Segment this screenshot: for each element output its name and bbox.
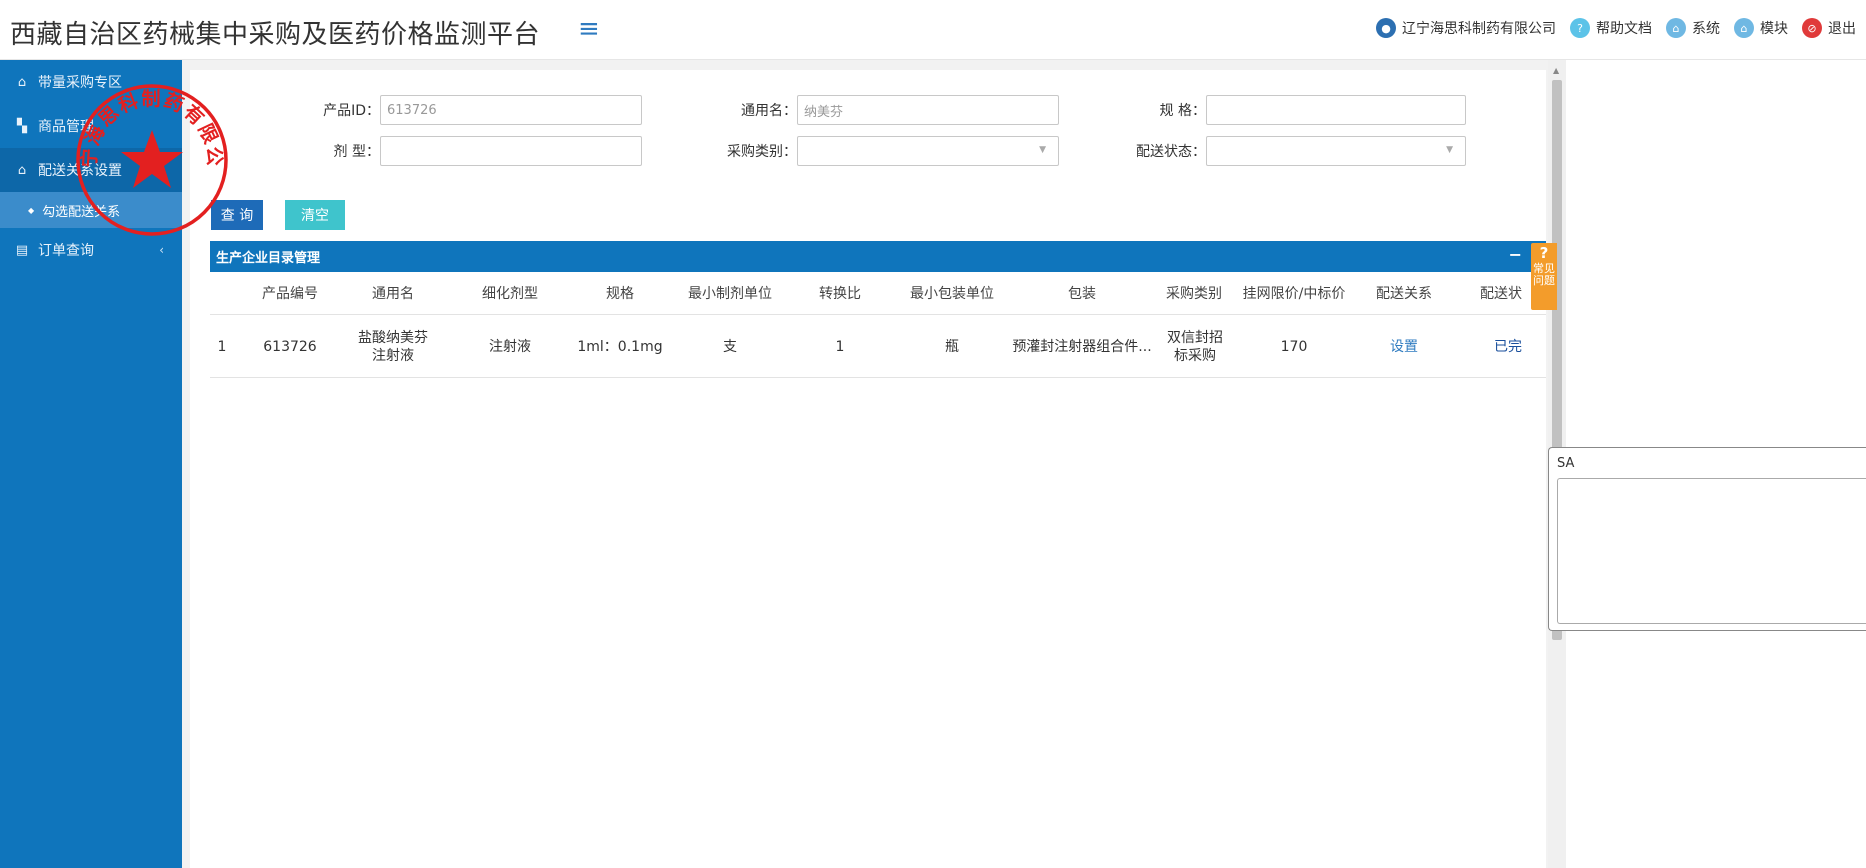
sidebar-subitem-select-delivery[interactable]: ◆ 勾选配送关系 bbox=[0, 192, 182, 228]
system-label: 系统 bbox=[1692, 21, 1720, 37]
col-generic-name[interactable]: 通用名 bbox=[343, 273, 443, 314]
scroll-up-arrow-icon[interactable]: ▲ bbox=[1553, 66, 1559, 75]
col-delivery-relation[interactable]: 配送关系 bbox=[1362, 273, 1446, 314]
generic-name-label: 通用名： bbox=[741, 103, 797, 119]
delivery-setting-link[interactable]: 设置 bbox=[1362, 316, 1446, 377]
caret-down-icon: ▼ bbox=[1039, 145, 1046, 155]
row-index: 1 bbox=[217, 338, 227, 355]
help-doc-link[interactable]: ? 帮助文档 bbox=[1570, 18, 1652, 38]
filter-product-id: 产品ID： 613726 bbox=[290, 95, 642, 125]
sidebar-item-volume-purchase[interactable]: ⌂ 带量采购专区 bbox=[0, 60, 182, 104]
filter-purchase-type: 采购类别： ▼ bbox=[707, 136, 1059, 166]
module-menu[interactable]: ⌂ 模块 bbox=[1734, 18, 1788, 38]
panel-header: 生产企业目录管理 − bbox=[210, 241, 1546, 272]
module-icon: ⌂ bbox=[1734, 18, 1754, 38]
side-floating-panel: SA bbox=[1548, 447, 1866, 631]
sidebar-subitem-label: 勾选配送关系 bbox=[42, 204, 121, 220]
sidebar-item-order-query[interactable]: ▤ 订单查询 ‹ bbox=[0, 228, 182, 272]
minimize-icon[interactable]: − bbox=[1509, 245, 1522, 264]
filter-delivery-status: 配送状态： ▼ bbox=[1114, 136, 1466, 166]
dosage-input[interactable] bbox=[380, 136, 642, 166]
home-icon: ⌂ bbox=[17, 162, 27, 178]
faq-tab[interactable]: ? 常见问题 bbox=[1531, 243, 1557, 310]
delivery-status-label: 配送状态： bbox=[1136, 144, 1206, 160]
header-actions: ● 辽宁海思科制药有限公司 ? 帮助文档 ⌂ 系统 ⌂ 模块 ⊘ 退出 bbox=[1376, 18, 1856, 38]
spec-input[interactable] bbox=[1206, 95, 1466, 125]
system-menu[interactable]: ⌂ 系统 bbox=[1666, 18, 1720, 38]
logout-icon: ⊘ bbox=[1802, 18, 1822, 38]
col-min-pack-unit[interactable]: 最小包装单位 bbox=[892, 273, 1012, 314]
generic-name-input[interactable]: 纳美芬 bbox=[797, 95, 1059, 125]
help-icon: ? bbox=[1570, 18, 1590, 38]
user-icon: ● bbox=[1376, 18, 1396, 38]
user-name: 辽宁海思科制药有限公司 bbox=[1402, 21, 1556, 37]
app-title: 西藏自治区药械集中采购及医药价格监测平台 bbox=[10, 20, 541, 50]
table-header: 产品编号 通用名 细化剂型 规格 最小制剂单位 转换比 最小包装单位 包装 采购… bbox=[210, 273, 1546, 315]
top-header: 西藏自治区药械集中采购及医药价格监测平台 ≡ ● 辽宁海思科制药有限公司 ? 帮… bbox=[0, 0, 1866, 60]
logout-label: 退出 bbox=[1828, 21, 1856, 37]
product-id-input[interactable]: 613726 bbox=[380, 95, 642, 125]
hamburger-icon[interactable]: ≡ bbox=[578, 14, 600, 44]
sidebar-item-label: 商品管理 bbox=[38, 119, 94, 135]
box-icon: ▚ bbox=[17, 118, 27, 134]
cell-spec: 1ml：0.1mg bbox=[577, 338, 663, 355]
sidebar-item-label: 配送关系设置 bbox=[38, 163, 122, 179]
side-panel-label: SA bbox=[1557, 456, 1575, 471]
col-ratio[interactable]: 转换比 bbox=[795, 273, 885, 314]
chevron-down-icon: ⌄ bbox=[153, 163, 164, 177]
sidebar-item-delivery-settings[interactable]: ⌂ 配送关系设置 ⌄ bbox=[0, 148, 182, 192]
query-button[interactable]: 查 询 bbox=[211, 200, 263, 230]
col-min-unit[interactable]: 最小制剂单位 bbox=[670, 273, 790, 314]
dosage-label: 剂 型： bbox=[333, 144, 380, 160]
cell-product-no: 613726 bbox=[263, 338, 317, 355]
question-icon: ? bbox=[1539, 244, 1549, 262]
system-icon: ⌂ bbox=[1666, 18, 1686, 38]
faq-label: 常见问题 bbox=[1533, 262, 1555, 287]
col-purchase-type[interactable]: 采购类别 bbox=[1154, 273, 1234, 314]
content-panel: 产品ID： 613726 通用名： 纳美芬 规 格： 剂 型： 采购类别： ▼ … bbox=[190, 70, 1546, 868]
sidebar-item-label: 带量采购专区 bbox=[38, 75, 122, 91]
chevron-left-icon: ‹ bbox=[159, 243, 164, 257]
product-id-label: 产品ID： bbox=[323, 103, 380, 119]
col-dosage-form[interactable]: 细化剂型 bbox=[467, 273, 553, 314]
filter-spec: 规 格： bbox=[1114, 95, 1466, 125]
module-label: 模块 bbox=[1760, 21, 1788, 37]
col-packaging[interactable]: 包装 bbox=[1012, 273, 1152, 314]
spec-label: 规 格： bbox=[1159, 103, 1206, 119]
side-panel-textarea[interactable] bbox=[1557, 478, 1866, 624]
col-spec[interactable]: 规格 bbox=[570, 273, 670, 314]
purchase-type-label: 采购类别： bbox=[727, 144, 797, 160]
clear-button[interactable]: 清空 bbox=[285, 200, 345, 230]
caret-down-icon: ▼ bbox=[1446, 145, 1453, 155]
cell-generic-name: 盐酸纳美芬注射液 bbox=[358, 329, 428, 364]
sidebar-item-label: 订单查询 bbox=[38, 243, 94, 259]
cell-dosage-form: 注射液 bbox=[489, 338, 531, 355]
sidebar-item-product-mgmt[interactable]: ▚ 商品管理 bbox=[0, 104, 182, 148]
cell-min-unit: 支 bbox=[723, 338, 737, 355]
cell-ratio: 1 bbox=[835, 338, 845, 355]
col-product-no[interactable]: 产品编号 bbox=[250, 273, 330, 314]
filter-dosage: 剂 型： bbox=[290, 136, 642, 166]
home-icon: ⌂ bbox=[17, 74, 27, 90]
cell-min-pack-unit: 瓶 bbox=[945, 338, 959, 355]
cell-purchase-type: 双信封招标采购 bbox=[1167, 329, 1223, 364]
document-icon: ▤ bbox=[15, 242, 29, 258]
filter-generic-name: 通用名： 纳美芬 bbox=[707, 95, 1059, 125]
user-menu[interactable]: ● 辽宁海思科制药有限公司 bbox=[1376, 18, 1556, 38]
delivery-status-select[interactable]: ▼ bbox=[1206, 136, 1466, 166]
col-price[interactable]: 挂网限价/中标价 bbox=[1234, 273, 1354, 314]
logout-button[interactable]: ⊘ 退出 bbox=[1802, 18, 1856, 38]
help-label: 帮助文档 bbox=[1596, 21, 1652, 37]
sidebar: ⌂ 带量采购专区 ▚ 商品管理 ⌂ 配送关系设置 ⌄ ◆ 勾选配送关系 ▤ 订单… bbox=[0, 60, 182, 868]
cell-price: 170 bbox=[1280, 338, 1308, 355]
table-row[interactable]: 1 613726 盐酸纳美芬注射液 注射液 1ml：0.1mg 支 1 瓶 预灌… bbox=[210, 316, 1546, 378]
cell-delivery-status: 已完 bbox=[1494, 338, 1522, 355]
cell-packaging: 预灌封注射器组合件... bbox=[1012, 338, 1152, 355]
diamond-icon: ◆ bbox=[28, 205, 35, 215]
purchase-type-select[interactable]: ▼ bbox=[797, 136, 1059, 166]
panel-title: 生产企业目录管理 bbox=[216, 251, 321, 266]
